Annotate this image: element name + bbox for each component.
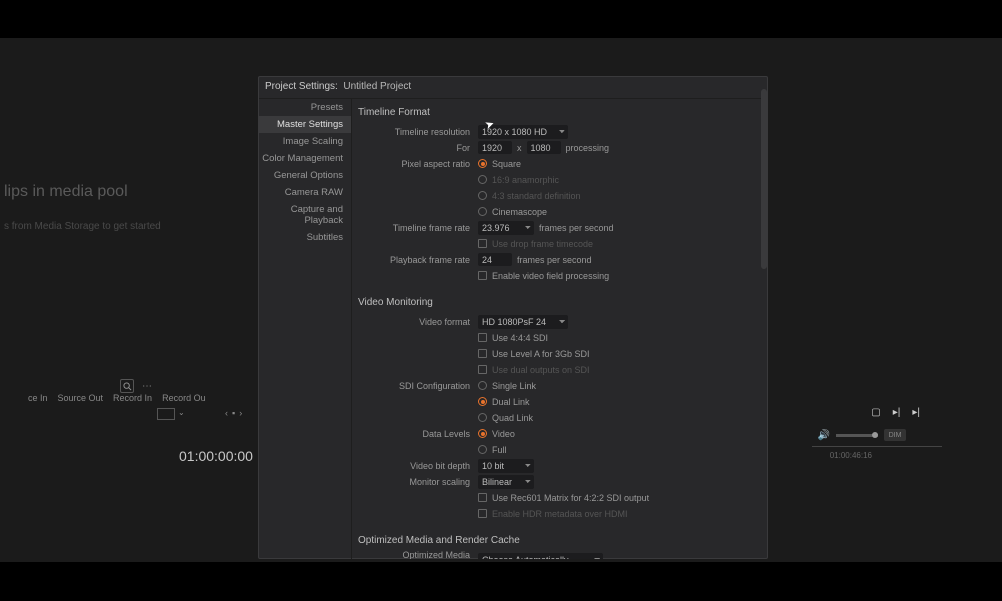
project-name: Untitled Project	[343, 81, 411, 92]
rec601-chk[interactable]	[478, 493, 487, 502]
dim-button[interactable]: DIM	[884, 429, 906, 441]
vbd-select[interactable]: 10 bit	[478, 459, 534, 473]
ms-select[interactable]: Bilinear	[478, 475, 534, 489]
sidebar-item-image-scaling[interactable]: Image Scaling	[259, 133, 351, 150]
volume-slider[interactable]	[836, 434, 878, 437]
dialog-title: Project Settings: Untitled Project	[259, 77, 767, 99]
processing-label: processing	[566, 143, 610, 153]
sidebar-item-presets[interactable]: Presets	[259, 99, 351, 116]
width-input[interactable]	[478, 141, 512, 154]
sdi-label: SDI Configuration	[358, 381, 478, 391]
444-label: Use 4:4:4 SDI	[492, 333, 548, 343]
sidebar-item-capture[interactable]: Capture and Playback	[259, 201, 351, 229]
sidebar-item-camera-raw[interactable]: Camera RAW	[259, 184, 351, 201]
menu-dots-icon[interactable]: ⋯	[140, 381, 154, 392]
par-opt-169: 16:9 anamorphic	[492, 175, 559, 185]
prev-clip-icon[interactable]: ‹	[225, 408, 228, 418]
vf-label: Video format	[358, 317, 478, 327]
marker-labels: ce In Source Out Record In Record Ou	[28, 393, 206, 403]
drop-frame-chk[interactable]	[478, 239, 487, 248]
timeline-ruler[interactable]	[812, 446, 942, 447]
record-in-label: Record In	[113, 393, 152, 403]
scrollbar[interactable]	[761, 89, 767, 269]
sdi-opt-quad: Quad Link	[492, 413, 533, 423]
ruler-timecode: 01:00:46:16	[830, 451, 872, 460]
dl-label: Data Levels	[358, 429, 478, 439]
444-chk[interactable]	[478, 333, 487, 342]
levela-label: Use Level A for 3Gb SDI	[492, 349, 590, 359]
media-pool-hint: lips in media pool	[4, 183, 128, 201]
x-separator: x	[517, 143, 522, 153]
section-video-monitoring: Video Monitoring	[358, 293, 757, 314]
pfr-label: Playback frame rate	[358, 255, 478, 265]
timecode-display: 01:00:00:00	[179, 448, 253, 464]
dual-out-label: Use dual outputs on SDI	[492, 365, 590, 375]
omr-select[interactable]: Choose Automatically	[478, 553, 603, 560]
next-frame-icon[interactable]: ▸|	[893, 407, 901, 418]
pfr-input[interactable]	[478, 253, 512, 266]
sdi-opt-single: Single Link	[492, 381, 536, 391]
sdi-opt-dual: Dual Link	[492, 397, 530, 407]
drop-frame-label: Use drop frame timecode	[492, 239, 593, 249]
overlay-mode-icon[interactable]	[157, 408, 175, 420]
sdi-radio-quad[interactable]	[478, 413, 487, 422]
tfr-label: Timeline frame rate	[358, 223, 478, 233]
par-radio-square[interactable]	[478, 159, 487, 168]
rec601-label: Use Rec601 Matrix for 4:2:2 SDI output	[492, 493, 649, 503]
tfr-suffix: frames per second	[539, 223, 614, 233]
search-icon[interactable]	[120, 379, 134, 393]
omr-label: Optimized Media Resolution	[358, 550, 478, 560]
dual-out-chk[interactable]	[478, 365, 487, 374]
project-settings-dialog: Project Settings: Untitled Project Prese…	[258, 76, 768, 559]
ms-label: Monitor scaling	[358, 477, 478, 487]
vf-select[interactable]: HD 1080PsF 24	[478, 315, 568, 329]
volume-control: 🔊 DIM	[818, 429, 906, 441]
dialog-title-prefix: Project Settings:	[265, 81, 338, 92]
dl-radio-full[interactable]	[478, 445, 487, 454]
source-out-label: Source Out	[58, 393, 104, 403]
tfr-select[interactable]: 23.976	[478, 221, 534, 235]
vbd-label: Video bit depth	[358, 461, 478, 471]
media-pool-sub: s from Media Storage to get started	[4, 221, 161, 232]
source-in-label: ce In	[28, 393, 48, 403]
par-opt-cinema: Cinemascope	[492, 207, 547, 217]
section-timeline-format: Timeline Format	[358, 103, 757, 124]
par-radio-169[interactable]	[478, 175, 487, 184]
levela-chk[interactable]	[478, 349, 487, 358]
settings-sidebar: Presets Master Settings Image Scaling Co…	[259, 99, 351, 559]
par-radio-43[interactable]	[478, 191, 487, 200]
dl-opt-full: Full	[492, 445, 507, 455]
hdr-chk[interactable]	[478, 509, 487, 518]
dl-opt-video: Video	[492, 429, 515, 439]
evfp-label: Enable video field processing	[492, 271, 609, 281]
for-label: For	[358, 143, 478, 153]
settings-content: Timeline Format Timeline resolution 1920…	[351, 99, 767, 559]
dl-radio-video[interactable]	[478, 429, 487, 438]
sidebar-item-master[interactable]: Master Settings	[259, 116, 351, 133]
next-clip-icon[interactable]: ›	[239, 408, 242, 418]
sdi-radio-dual[interactable]	[478, 397, 487, 406]
safe-area-icon[interactable]: ▢	[871, 407, 880, 418]
pfr-suffix: frames per second	[517, 255, 592, 265]
timeline-res-select[interactable]: 1920 x 1080 HD	[478, 125, 568, 139]
par-opt-43: 4:3 standard definition	[492, 191, 581, 201]
sidebar-item-color-mgmt[interactable]: Color Management	[259, 150, 351, 167]
par-label: Pixel aspect ratio	[358, 159, 478, 169]
viewer-controls: ▢ ▸| ▸|	[871, 407, 920, 418]
overlay-mode-chevron[interactable]: ⌄	[178, 408, 185, 417]
speaker-icon[interactable]: 🔊	[818, 430, 830, 441]
par-radio-cinema[interactable]	[478, 207, 487, 216]
last-frame-icon[interactable]: ▸|	[912, 407, 920, 418]
hdr-label: Enable HDR metadata over HDMI	[492, 509, 628, 519]
sdi-radio-single[interactable]	[478, 381, 487, 390]
nav-arrows: ‹ ▪ ›	[225, 408, 242, 418]
timeline-res-label: Timeline resolution	[358, 127, 478, 137]
record-out-label: Record Ou	[162, 393, 206, 403]
current-clip-icon: ▪	[232, 408, 235, 418]
height-input[interactable]	[527, 141, 561, 154]
evfp-chk[interactable]	[478, 271, 487, 280]
sidebar-item-general[interactable]: General Options	[259, 167, 351, 184]
sidebar-item-subtitles[interactable]: Subtitles	[259, 229, 351, 246]
par-opt-square: Square	[492, 159, 521, 169]
